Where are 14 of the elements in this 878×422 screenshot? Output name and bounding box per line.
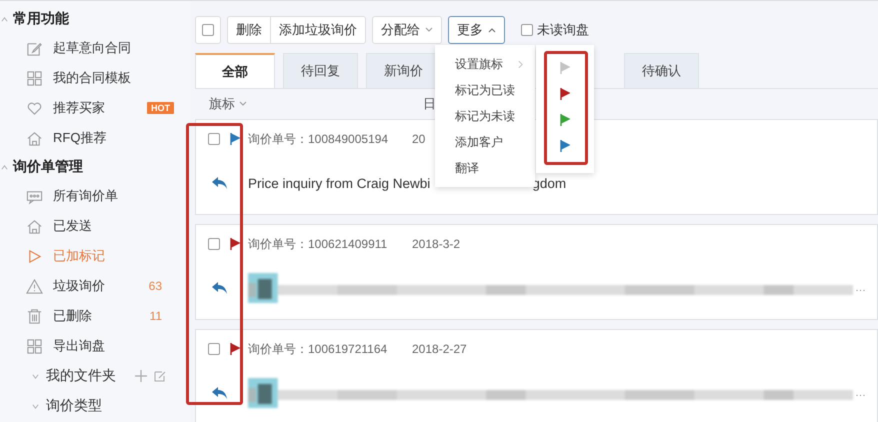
inquiry-date: 2018-3-2	[412, 237, 460, 251]
ellipsis: …	[855, 282, 866, 294]
count-label: 63	[148, 279, 162, 293]
inquiry-number: 询价单号：100849005194	[248, 130, 390, 148]
inquiry-date: 2018-2-27	[412, 342, 467, 356]
inquiry-number: 询价单号：100619721164	[248, 340, 388, 358]
count-label: 11	[150, 309, 162, 323]
section-title: 常用功能	[13, 10, 69, 28]
hot-badge: HOT	[147, 102, 174, 114]
inquiry-date: 20	[412, 132, 426, 146]
section-title: 询价单管理	[13, 158, 83, 176]
ellipsis: …	[855, 387, 866, 399]
inquiry-number: 询价单号：100621409911	[248, 236, 388, 252]
checkbox-label: 未读询盘	[537, 21, 589, 39]
